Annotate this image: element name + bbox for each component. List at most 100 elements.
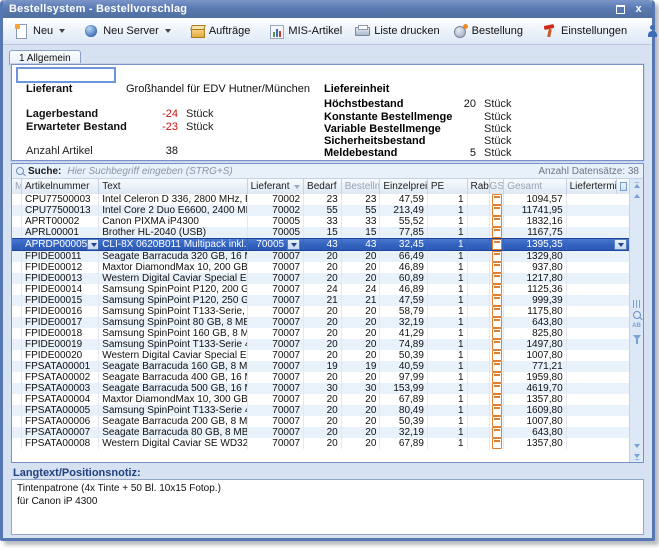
- mis-artikel-button[interactable]: MIS-Artikel: [262, 20, 348, 42]
- cell-gesamt[interactable]: 1497,80: [504, 339, 566, 350]
- cell-lieferant[interactable]: 70007: [248, 394, 304, 405]
- cell-einzelpreis[interactable]: 97,99: [380, 372, 428, 383]
- cell-artikelnummer[interactable]: APRL00001: [22, 227, 99, 238]
- header-rab[interactable]: Rab%: [468, 179, 491, 194]
- cell-bedarf[interactable]: 33: [304, 216, 342, 227]
- cell-pe[interactable]: 1: [428, 317, 468, 328]
- cell-bedarf[interactable]: 24: [304, 284, 342, 295]
- cell-gs[interactable]: [490, 216, 504, 227]
- cell-pe[interactable]: 1: [428, 438, 468, 449]
- table-row[interactable]: FPIDE00011 Seagate Barracuda 320 GB, 16 …: [12, 251, 630, 262]
- cell-text[interactable]: Brother HL-2040 (USB): [99, 227, 247, 238]
- cell-bedarf[interactable]: 20: [304, 306, 342, 317]
- help-button[interactable]: ?: [639, 20, 659, 42]
- cell-gs[interactable]: [490, 416, 504, 427]
- cell-gesamt[interactable]: 1094,57: [504, 194, 566, 205]
- cell-artikelnummer[interactable]: FPSATA00003: [22, 383, 99, 394]
- cell-bestellmenge[interactable]: 23: [342, 194, 381, 205]
- cell-gesamt[interactable]: 825,80: [504, 328, 566, 339]
- header-gesamt[interactable]: Gesamt: [504, 179, 566, 194]
- cell-einzelpreis[interactable]: 32,19: [380, 317, 428, 328]
- cell-lieferant[interactable]: 70007: [248, 361, 304, 372]
- cell-liefertermin[interactable]: [567, 438, 630, 449]
- cell-lieferant[interactable]: 70005: [248, 239, 304, 250]
- cell-pe[interactable]: 1: [428, 328, 468, 339]
- header-text[interactable]: Text: [99, 179, 247, 194]
- cell-bedarf[interactable]: 20: [304, 251, 342, 262]
- cell-gesamt[interactable]: 11741,95: [504, 205, 566, 216]
- cell-bestellmenge[interactable]: 20: [342, 427, 381, 438]
- cell-text[interactable]: Seagate Barracuda 320 GB, 16 MB, 7200: [99, 251, 247, 262]
- cell-rab[interactable]: [468, 372, 491, 383]
- cell-artikelnummer[interactable]: FPSATA00004: [22, 394, 99, 405]
- cell-artikelnummer[interactable]: FPIDE00014: [22, 284, 99, 295]
- cell-lieferant[interactable]: 70002: [248, 205, 304, 216]
- cell-liefertermin[interactable]: [567, 262, 630, 273]
- orders-button[interactable]: Aufträge: [183, 20, 257, 42]
- cell-bedarf[interactable]: 20: [304, 350, 342, 361]
- cell-artikelnummer[interactable]: APRT00002: [22, 216, 99, 227]
- cell-text[interactable]: Samsung SpinPoint T133-Serie 400 GB, 720…: [99, 405, 247, 416]
- cell-lieferant[interactable]: 70007: [248, 262, 304, 273]
- cell-pe[interactable]: 1: [428, 227, 468, 238]
- cell-marker[interactable]: [12, 350, 22, 361]
- header-pe[interactable]: PE: [428, 179, 468, 194]
- cell-bestellmenge[interactable]: 20: [342, 416, 381, 427]
- cell-lieferant[interactable]: 70007: [248, 295, 304, 306]
- cell-einzelpreis[interactable]: 213,49: [380, 205, 428, 216]
- tab-allgemein[interactable]: 1 Allgemein: [9, 50, 81, 65]
- cell-artikelnummer[interactable]: FPIDE00013: [22, 273, 99, 284]
- cell-einzelpreis[interactable]: 66,49: [380, 251, 428, 262]
- cell-gesamt[interactable]: 1007,80: [504, 350, 566, 361]
- close-button[interactable]: x: [631, 3, 646, 16]
- cell-text[interactable]: Canon PIXMA iP4300: [99, 216, 247, 227]
- cell-marker[interactable]: [12, 251, 22, 262]
- cell-gesamt[interactable]: 643,80: [504, 427, 566, 438]
- cell-einzelpreis[interactable]: 55,52: [380, 216, 428, 227]
- cell-einzelpreis[interactable]: 58,79: [380, 306, 428, 317]
- cell-artikelnummer[interactable]: APRDP00005: [22, 239, 99, 250]
- cell-bestellmenge[interactable]: 20: [342, 405, 381, 416]
- cell-artikelnummer[interactable]: FPSATA00001: [22, 361, 99, 372]
- cell-pe[interactable]: 1: [428, 372, 468, 383]
- cell-lieferant[interactable]: 70007: [248, 251, 304, 262]
- table-row[interactable]: FPSATA00004 Maxtor DiamondMax 10, 300 GB…: [12, 394, 630, 405]
- cell-gs[interactable]: [490, 284, 504, 295]
- cell-pe[interactable]: 1: [428, 239, 468, 250]
- cell-liefertermin[interactable]: [567, 328, 630, 339]
- cell-liefertermin[interactable]: [567, 405, 630, 416]
- cell-bedarf[interactable]: 20: [304, 273, 342, 284]
- cell-text[interactable]: Western Digital Caviar Special Edition W…: [99, 350, 247, 361]
- cell-lieferant[interactable]: 70007: [248, 427, 304, 438]
- table-row[interactable]: FPSATA00008 Western Digital Caviar SE WD…: [12, 438, 630, 449]
- cell-text[interactable]: Intel Core 2 Duo E6600, 2400 MHz, FSB 10…: [99, 205, 247, 216]
- cell-pe[interactable]: 1: [428, 339, 468, 350]
- cell-gs[interactable]: [490, 350, 504, 361]
- cell-bedarf[interactable]: 30: [304, 383, 342, 394]
- cell-pe[interactable]: 1: [428, 394, 468, 405]
- table-row[interactable]: FPIDE00014 Samsung SpinPoint P120, 200 G…: [12, 284, 630, 295]
- cell-rab[interactable]: [468, 251, 491, 262]
- cell-liefertermin[interactable]: [567, 317, 630, 328]
- cell-bestellmenge[interactable]: 15: [342, 227, 381, 238]
- cell-bedarf[interactable]: 20: [304, 317, 342, 328]
- cell-gesamt[interactable]: 1357,80: [504, 438, 566, 449]
- cell-lieferant[interactable]: 70007: [248, 416, 304, 427]
- cell-rab[interactable]: [468, 284, 491, 295]
- cell-lieferant[interactable]: 70007: [248, 328, 304, 339]
- cell-bestellmenge[interactable]: 21: [342, 295, 381, 306]
- cell-bestellmenge[interactable]: 20: [342, 394, 381, 405]
- notes-textarea[interactable]: Tintenpatrone (4x Tinte + 50 Bl. 10x15 F…: [11, 479, 644, 535]
- cell-bedarf[interactable]: 55: [304, 205, 342, 216]
- cell-gs[interactable]: [490, 273, 504, 284]
- cell-gesamt[interactable]: 1395,35: [504, 239, 566, 250]
- cell-bedarf[interactable]: 20: [304, 262, 342, 273]
- table-row[interactable]: FPIDE00015 Samsung SpinPoint P120, 250 G…: [12, 295, 630, 306]
- table-row[interactable]: FPSATA00003 Seagate Barracuda 500 GB, 16…: [12, 383, 630, 394]
- cell-pe[interactable]: 1: [428, 216, 468, 227]
- cell-liefertermin[interactable]: [567, 295, 630, 306]
- cell-artikelnummer[interactable]: FPSATA00002: [22, 372, 99, 383]
- cell-marker[interactable]: [12, 306, 22, 317]
- cell-gs[interactable]: [490, 339, 504, 350]
- print-list-button[interactable]: Liste drucken: [348, 20, 445, 42]
